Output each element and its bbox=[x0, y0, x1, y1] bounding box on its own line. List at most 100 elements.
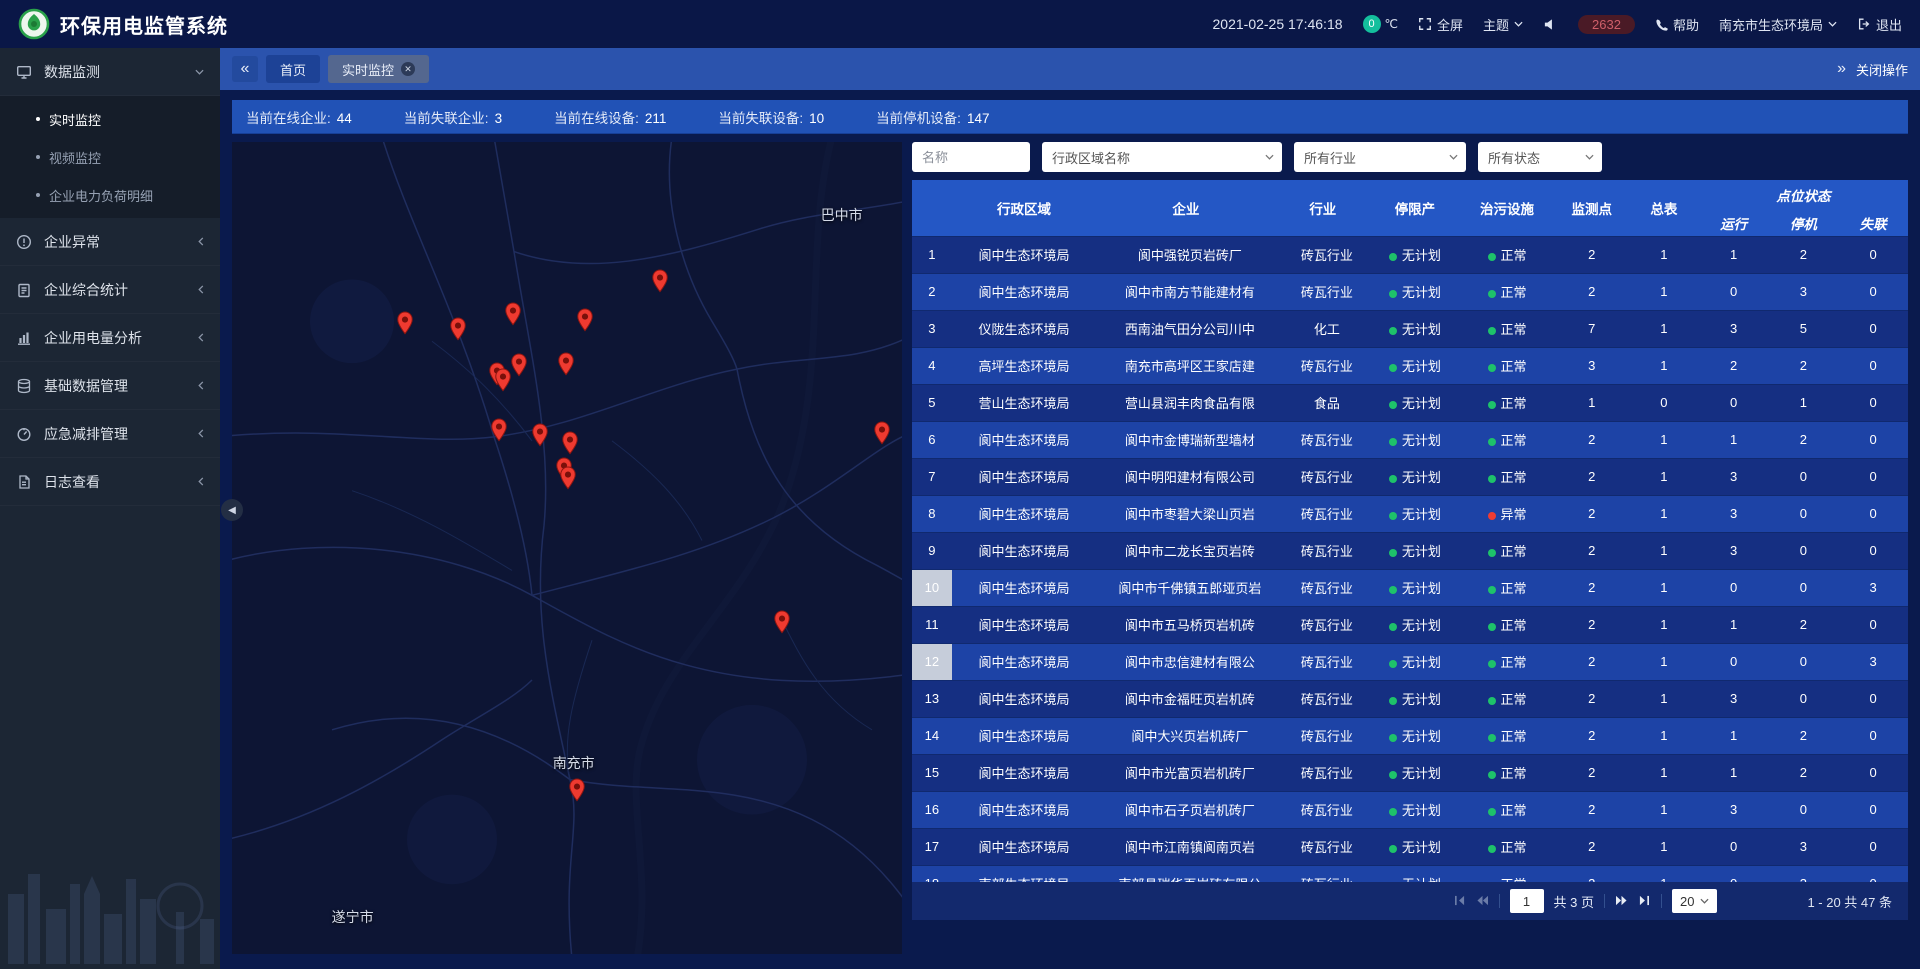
cell-offline: 0 bbox=[1838, 495, 1908, 532]
map-pin-icon[interactable] bbox=[532, 423, 549, 447]
prev-page-button[interactable] bbox=[1476, 894, 1489, 909]
header-point-status: 点位状态 bbox=[1699, 180, 1908, 210]
table-row[interactable]: 3仪陇生态环境局西南油气田分公司川中化工无计划正常71350 bbox=[912, 310, 1908, 347]
row-index: 2 bbox=[912, 273, 952, 310]
close-tab-icon[interactable]: ✕ bbox=[401, 62, 415, 76]
region-filter-select[interactable]: 行政区域名称 bbox=[1042, 142, 1282, 172]
map-pin-icon[interactable] bbox=[561, 431, 578, 455]
cell-stopped: 2 bbox=[1768, 236, 1838, 273]
map-pin-icon[interactable] bbox=[560, 466, 577, 490]
table-row[interactable]: 11阆中生态环境局阆中市五马桥页岩机砖砖瓦行业无计划正常21120 bbox=[912, 606, 1908, 643]
map-pin-icon[interactable] bbox=[873, 421, 890, 445]
first-page-button[interactable] bbox=[1453, 894, 1466, 909]
tab-realtime-monitor[interactable]: 实时监控 ✕ bbox=[328, 55, 429, 83]
table-row[interactable]: 13阆中生态环境局阆中市金福旺页岩机砖砖瓦行业无计划正常21300 bbox=[912, 680, 1908, 717]
sidebar-item-视频监控[interactable]: 视频监控 bbox=[0, 138, 220, 176]
tab-realtime-label: 实时监控 bbox=[342, 60, 394, 79]
cell-stopped: 3 bbox=[1768, 865, 1838, 882]
sidebar-group-应急减排管理[interactable]: 应急减排管理 bbox=[0, 410, 220, 458]
sidebar-group-企业用电量分析[interactable]: 企业用电量分析 bbox=[0, 314, 220, 362]
sidebar-submenu: 实时监控视频监控企业电力负荷明细 bbox=[0, 96, 220, 218]
row-index: 6 bbox=[912, 421, 952, 458]
cell-stopped: 0 bbox=[1768, 532, 1838, 569]
alert-count-badge[interactable]: 2632 bbox=[1578, 15, 1635, 34]
sidebar-group-企业综合统计[interactable]: 企业综合统计 bbox=[0, 266, 220, 314]
cell-industry: 砖瓦行业 bbox=[1276, 643, 1371, 680]
map-pin-icon[interactable] bbox=[495, 368, 512, 392]
cell-region: 阆中生态环境局 bbox=[952, 717, 1096, 754]
table-row[interactable]: 12阆中生态环境局阆中市忠信建材有限公砖瓦行业无计划正常21003 bbox=[912, 643, 1908, 680]
table-row[interactable]: 5营山生态环境局营山县润丰肉食品有限食品无计划正常10010 bbox=[912, 384, 1908, 421]
page-size-select[interactable]: 20 bbox=[1672, 889, 1717, 913]
map-pin-icon[interactable] bbox=[511, 353, 528, 377]
last-page-button[interactable] bbox=[1638, 894, 1651, 909]
close-operations-button[interactable]: 关闭操作 bbox=[1856, 60, 1908, 79]
cell-running: 1 bbox=[1699, 421, 1769, 458]
cell-limit-status: 无计划 bbox=[1370, 865, 1460, 882]
name-filter-input[interactable] bbox=[912, 142, 1030, 172]
row-index: 11 bbox=[912, 606, 952, 643]
industry-filter-select[interactable]: 所有行业 bbox=[1294, 142, 1466, 172]
table-row[interactable]: 1阆中生态环境局阆中强锐页岩砖厂砖瓦行业无计划正常21120 bbox=[912, 236, 1908, 273]
sidebar-group-日志查看[interactable]: 日志查看 bbox=[0, 458, 220, 506]
table-row[interactable]: 16阆中生态环境局阆中市石子页岩机砖厂砖瓦行业无计划正常21300 bbox=[912, 791, 1908, 828]
cell-running: 0 bbox=[1699, 828, 1769, 865]
logout-button[interactable]: 退出 bbox=[1857, 15, 1902, 34]
map-pin-icon[interactable] bbox=[504, 302, 521, 326]
cell-facility-status: 正常 bbox=[1460, 717, 1555, 754]
help-button[interactable]: 帮助 bbox=[1655, 15, 1699, 34]
org-label: 南充市生态环境局 bbox=[1719, 15, 1823, 34]
map-pin-icon[interactable] bbox=[557, 352, 574, 376]
cell-stopped: 2 bbox=[1768, 421, 1838, 458]
map-pin-icon[interactable] bbox=[449, 317, 466, 341]
divider bbox=[1499, 894, 1500, 908]
map-pin-icon[interactable] bbox=[491, 418, 508, 442]
table-row[interactable]: 14阆中生态环境局阆中大兴页岩机砖厂砖瓦行业无计划正常21120 bbox=[912, 717, 1908, 754]
table-row[interactable]: 2阆中生态环境局阆中市南方节能建材有砖瓦行业无计划正常21030 bbox=[912, 273, 1908, 310]
cell-company: 阆中市江南镇阆南页岩 bbox=[1096, 828, 1275, 865]
cell-points: 2 bbox=[1554, 754, 1629, 791]
page-number-input[interactable]: 1 bbox=[1510, 889, 1544, 913]
speaker-button[interactable] bbox=[1543, 17, 1558, 32]
map-pin-icon[interactable] bbox=[652, 269, 669, 293]
chevron-left-icon bbox=[198, 429, 204, 438]
cell-industry: 砖瓦行业 bbox=[1276, 828, 1371, 865]
sidebar-group-企业异常[interactable]: 企业异常 bbox=[0, 218, 220, 266]
sidebar-group-数据监测[interactable]: 数据监测 bbox=[0, 48, 220, 96]
chevron-down-icon bbox=[1449, 154, 1458, 160]
table-row[interactable]: 9阆中生态环境局阆中市二龙长宝页岩砖砖瓦行业无计划正常21300 bbox=[912, 532, 1908, 569]
table-row[interactable]: 6阆中生态环境局阆中市金博瑞新型墙材砖瓦行业无计划正常21120 bbox=[912, 421, 1908, 458]
map-pin-icon[interactable] bbox=[569, 778, 586, 802]
sidebar-group-基础数据管理[interactable]: 基础数据管理 bbox=[0, 362, 220, 410]
map-panel[interactable]: 巴中市南充市遂宁市 ◀ bbox=[232, 142, 902, 954]
org-dropdown[interactable]: 南充市生态环境局 bbox=[1719, 15, 1837, 34]
map-pin-icon[interactable] bbox=[577, 308, 594, 332]
table-row[interactable]: 10阆中生态环境局阆中市千佛镇五郎垭页岩砖瓦行业无计划正常21003 bbox=[912, 569, 1908, 606]
table-row[interactable]: 18南部生态环境局南部县瑞华页岩砖有限公砖瓦行业无计划正常21030 bbox=[912, 865, 1908, 882]
cell-industry: 砖瓦行业 bbox=[1276, 791, 1371, 828]
map-pin-icon[interactable] bbox=[396, 311, 413, 335]
sidebar-item-实时监控[interactable]: 实时监控 bbox=[0, 100, 220, 138]
tab-home[interactable]: 首页 bbox=[266, 55, 320, 83]
speaker-icon bbox=[1543, 17, 1558, 32]
cell-industry: 砖瓦行业 bbox=[1276, 754, 1371, 791]
table-row[interactable]: 17阆中生态环境局阆中市江南镇阆南页岩砖瓦行业无计划正常21030 bbox=[912, 828, 1908, 865]
table-row[interactable]: 15阆中生态环境局阆中市光富页岩机砖厂砖瓦行业无计划正常21120 bbox=[912, 754, 1908, 791]
fullscreen-button[interactable]: 全屏 bbox=[1418, 15, 1463, 34]
map-pin-icon[interactable] bbox=[774, 610, 791, 634]
logout-icon bbox=[1857, 17, 1871, 31]
divider bbox=[1661, 894, 1662, 908]
table-row[interactable]: 7阆中生态环境局阆中明阳建材有限公司砖瓦行业无计划正常21300 bbox=[912, 458, 1908, 495]
tabs-scroll-left-button[interactable]: « bbox=[232, 56, 258, 82]
cell-facility-status: 正常 bbox=[1460, 680, 1555, 717]
theme-dropdown[interactable]: 主题 bbox=[1483, 15, 1523, 34]
tabs-scroll-right-button[interactable]: » bbox=[1837, 56, 1846, 82]
next-page-button[interactable] bbox=[1615, 894, 1628, 909]
chevron-left-icon bbox=[198, 333, 204, 342]
table-row[interactable]: 8阆中生态环境局阆中市枣碧大梁山页岩砖瓦行业无计划异常21300 bbox=[912, 495, 1908, 532]
table-row[interactable]: 4高坪生态环境局南充市高坪区王家店建砖瓦行业无计划正常31220 bbox=[912, 347, 1908, 384]
chevron-down-icon bbox=[1585, 154, 1594, 160]
status-filter-select[interactable]: 所有状态 bbox=[1478, 142, 1602, 172]
sidebar-item-企业电力负荷明细[interactable]: 企业电力负荷明细 bbox=[0, 176, 220, 214]
sidebar-group-label: 应急减排管理 bbox=[44, 424, 128, 444]
